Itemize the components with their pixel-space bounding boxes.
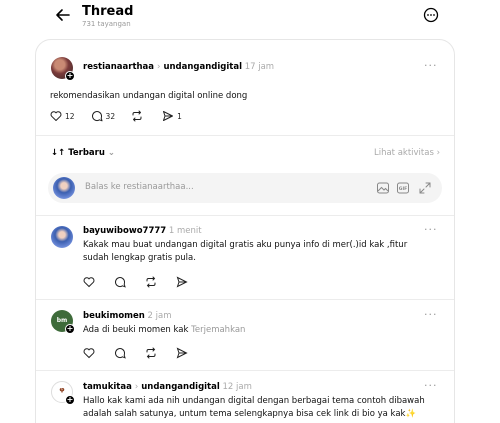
post-text: rekomendasikan undangan digital online d… bbox=[50, 91, 248, 101]
timestamp: 12 jam bbox=[222, 382, 252, 392]
like-button[interactable] bbox=[83, 347, 98, 359]
post-more-icon[interactable]: ··· bbox=[424, 59, 438, 72]
repost-icon bbox=[146, 347, 156, 359]
repost-button[interactable] bbox=[145, 347, 160, 359]
heart-icon bbox=[83, 277, 95, 288]
reply-to-username[interactable]: undangandigital bbox=[163, 62, 242, 72]
sort-bar: ↓↑ Terbaru ⌄ Lihat aktivitas › bbox=[36, 146, 454, 164]
post-actions: 12 32 1 bbox=[50, 109, 198, 123]
reply-placeholder: Balas ke restianaarthaa... bbox=[85, 182, 194, 192]
timestamp: 17 jam bbox=[244, 62, 275, 72]
heart-icon bbox=[50, 111, 62, 121]
comment-button[interactable] bbox=[114, 347, 129, 359]
reply-text-line: Ada di beuki momen kak Terjemahkan bbox=[83, 324, 433, 337]
reply-more-icon[interactable]: ··· bbox=[424, 308, 438, 321]
comment-icon bbox=[91, 111, 103, 122]
gif-icon[interactable]: GIF bbox=[396, 181, 410, 195]
comment-icon bbox=[115, 348, 126, 359]
divider bbox=[36, 215, 454, 216]
chevron-right-icon: › bbox=[157, 62, 161, 72]
back-arrow-icon[interactable] bbox=[54, 6, 72, 24]
reply-meta: bayuwibowo7777 1 menit bbox=[83, 226, 202, 236]
reply-actions bbox=[83, 275, 207, 289]
my-avatar bbox=[53, 177, 75, 199]
chevron-right-icon: › bbox=[134, 382, 139, 392]
like-button[interactable] bbox=[83, 276, 98, 288]
reply-to-username[interactable]: undangandigital bbox=[141, 382, 220, 392]
translate-link[interactable]: Terjemahkan bbox=[191, 325, 245, 335]
timestamp: 2 jam bbox=[147, 311, 172, 321]
sparkles-emoji: ✨ bbox=[405, 409, 417, 419]
reply-text: Kakak mau buat undangan digital gratis a… bbox=[83, 240, 408, 263]
sort-label: Terbaru bbox=[68, 148, 105, 158]
top-bar: Thread 731 tayangan bbox=[0, 0, 500, 34]
more-options-icon[interactable] bbox=[422, 6, 440, 24]
follow-plus-icon[interactable]: + bbox=[65, 324, 75, 334]
image-icon[interactable] bbox=[376, 181, 390, 195]
follow-plus-icon[interactable]: + bbox=[65, 395, 75, 405]
reply-meta: beukimomen 2 jam bbox=[83, 311, 172, 321]
send-icon bbox=[176, 347, 188, 359]
reply-more-icon[interactable]: ··· bbox=[424, 223, 438, 236]
reply-actions bbox=[83, 346, 207, 360]
username[interactable]: beukimomen bbox=[83, 311, 145, 321]
thread-card: + restianaarthaa › undangandigital 17 jam … bbox=[35, 39, 455, 423]
comment-icon bbox=[115, 277, 126, 288]
reply-text: Hallo kak kami ada nih undangan digital … bbox=[83, 396, 425, 419]
expand-icon[interactable] bbox=[418, 181, 432, 195]
repost-icon bbox=[146, 276, 156, 288]
chevron-down-icon: ⌄ bbox=[104, 148, 116, 158]
username[interactable]: tamukitaa bbox=[83, 382, 132, 392]
reply-more-icon[interactable]: ··· bbox=[424, 379, 438, 392]
share-button[interactable] bbox=[176, 276, 191, 288]
share-count: 1 bbox=[177, 111, 182, 121]
sort-icon: ↓↑ bbox=[51, 148, 69, 158]
reply-meta: tamukitaa › undangandigital 12 jam bbox=[83, 382, 252, 392]
repost-button[interactable] bbox=[131, 110, 146, 122]
svg-text:GIF: GIF bbox=[399, 186, 407, 192]
view-activity-link[interactable]: Lihat aktivitas › bbox=[374, 148, 440, 158]
chevron-right-icon: › bbox=[433, 148, 440, 158]
post-meta: restianaarthaa › undangandigital 17 jam bbox=[83, 62, 274, 72]
comment-button[interactable] bbox=[114, 276, 129, 288]
comment-count: 32 bbox=[105, 111, 116, 121]
repost-icon bbox=[132, 110, 142, 122]
page-title: Thread bbox=[82, 4, 134, 19]
activity-label: Lihat aktivitas bbox=[373, 148, 434, 158]
heart-icon bbox=[83, 348, 95, 359]
username[interactable]: bayuwibowo7777 bbox=[83, 226, 166, 236]
follow-plus-icon[interactable]: + bbox=[65, 71, 75, 81]
share-button[interactable]: 1 bbox=[162, 110, 182, 122]
reply-text: Ada di beuki momen kak bbox=[83, 325, 189, 335]
reply-text-block: Hallo kak kami ada nih undangan digital … bbox=[83, 395, 445, 421]
username[interactable]: restianaarthaa bbox=[83, 62, 154, 72]
reply-input[interactable]: Balas ke restianaarthaa... GIF bbox=[48, 173, 442, 203]
divider bbox=[36, 135, 454, 136]
sort-dropdown[interactable]: ↓↑ Terbaru ⌄ bbox=[51, 148, 115, 158]
divider bbox=[36, 299, 454, 300]
comment-button[interactable]: 32 bbox=[91, 110, 116, 122]
avatar[interactable] bbox=[51, 226, 73, 248]
send-icon bbox=[176, 276, 188, 288]
share-button[interactable] bbox=[176, 347, 191, 359]
timestamp: 1 menit bbox=[168, 226, 202, 236]
repost-button[interactable] bbox=[145, 276, 160, 288]
view-count: 731 tayangan bbox=[82, 20, 131, 28]
like-button[interactable]: 12 bbox=[50, 110, 75, 122]
divider bbox=[36, 370, 454, 371]
like-count: 12 bbox=[65, 111, 75, 121]
send-icon bbox=[163, 111, 174, 121]
